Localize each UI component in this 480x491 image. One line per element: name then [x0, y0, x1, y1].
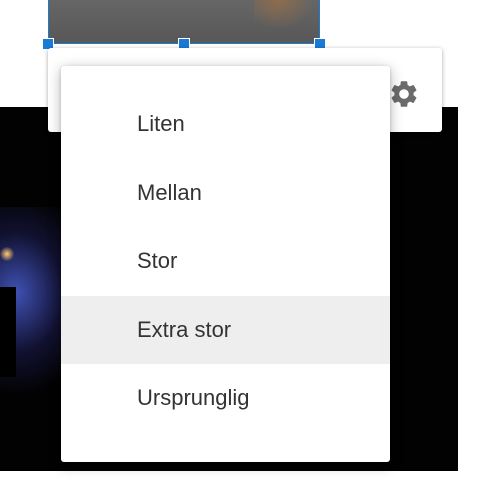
gear-icon[interactable] [388, 78, 420, 110]
image-shadow-bar [0, 287, 16, 377]
image-lights [254, 0, 314, 29]
image-size-menu: Liten Mellan Stor Extra stor Ursprunglig [61, 66, 390, 462]
menu-item-liten[interactable]: Liten [61, 90, 390, 159]
menu-item-stor[interactable]: Stor [61, 227, 390, 296]
menu-item-ursprunglig[interactable]: Ursprunglig [61, 364, 390, 433]
stage-spotlight [0, 247, 14, 261]
menu-item-mellan[interactable]: Mellan [61, 159, 390, 228]
menu-item-extra-stor[interactable]: Extra stor [61, 295, 390, 364]
